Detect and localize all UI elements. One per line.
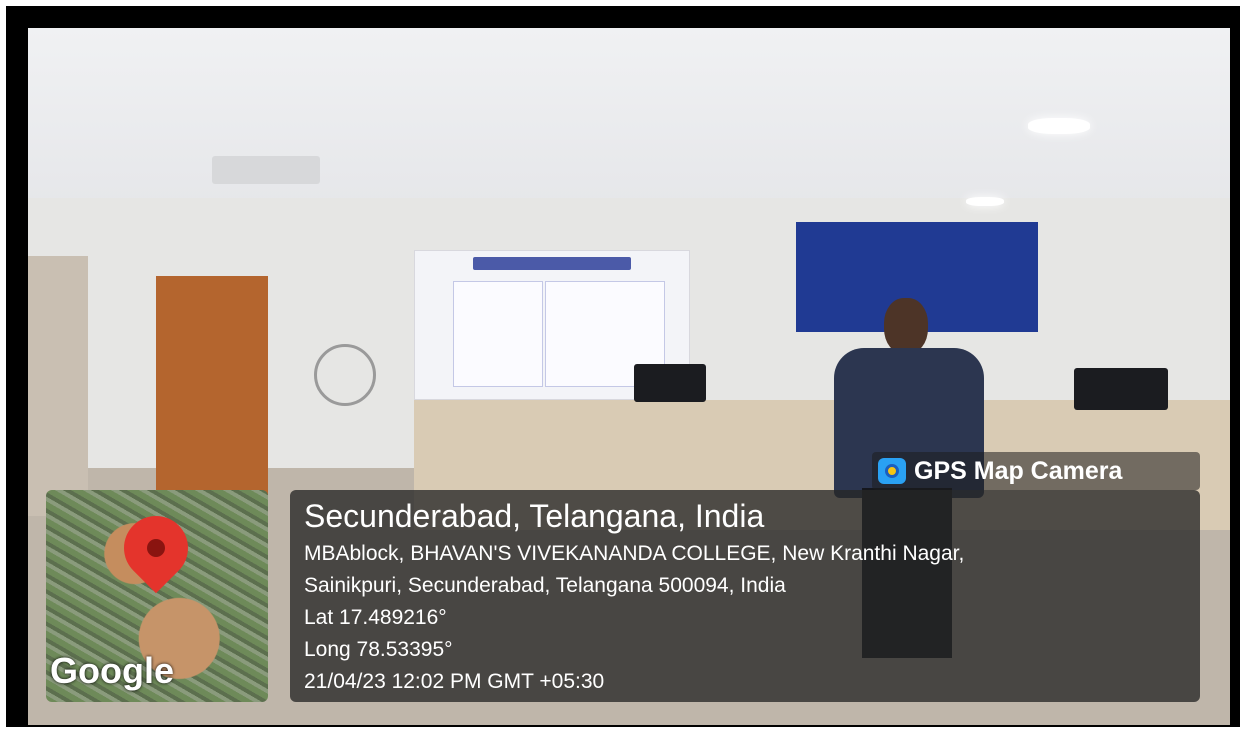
ceiling-light [1028,118,1090,134]
app-name: GPS Map Camera [914,456,1123,485]
location-info-panel: Secunderabad, Telangana, India MBAblock,… [290,490,1200,702]
ceiling-light [966,197,1004,206]
projector [212,156,320,184]
google-logo: Google [50,650,174,691]
map-pin-dot [147,539,165,557]
chair [634,364,706,402]
longitude: Long 78.53395° [304,638,453,661]
speaker-head [884,298,928,354]
gps-map-camera-badge: GPS Map Camera [872,452,1200,490]
address-line-2: Sainikpuri, Secunderabad, Telangana 5000… [304,574,786,597]
address-line-1: MBAblock, BHAVAN'S VIVEKANANDA COLLEGE, … [304,542,965,565]
gps-map-camera-icon [878,458,906,484]
datetime: 21/04/23 12:02 PM GMT +05:30 [304,670,605,693]
location-map: Google [46,490,268,702]
door-frame [28,256,88,516]
latitude: Lat 17.489216° [304,606,447,629]
stand-fan [314,344,376,406]
slide-title-bar [473,257,631,270]
city-title: Secunderabad, Telangana, India [304,498,765,534]
slide-panel-left [453,281,543,387]
door [156,276,268,516]
chair [1074,368,1168,410]
